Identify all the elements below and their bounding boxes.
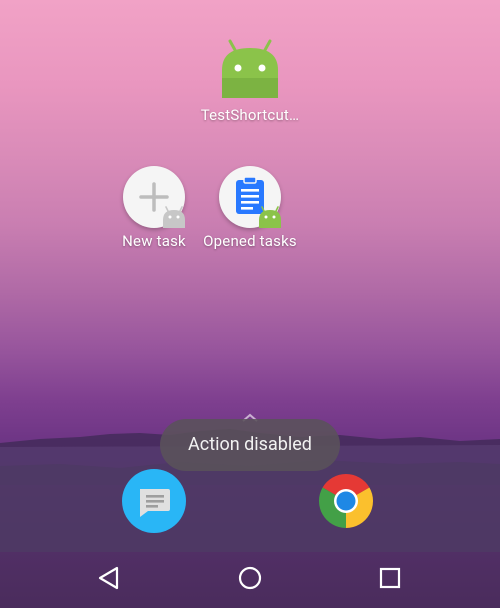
dock-messages[interactable]	[122, 469, 186, 533]
app-label: TestShortcut…	[200, 106, 300, 124]
new-task-icon	[123, 166, 185, 228]
android-badge-icon	[163, 206, 185, 228]
home-screen: TestShortcut… New task Opened tasks Acti…	[0, 0, 500, 608]
android-badge-icon	[259, 206, 281, 228]
new-task-label: New task	[122, 232, 186, 250]
opened-tasks-label: Opened tasks	[203, 232, 297, 250]
chrome-icon	[318, 473, 374, 528]
shortcut-new-task[interactable]: New task	[112, 166, 196, 250]
android-icon	[222, 39, 278, 98]
home-icon[interactable]	[234, 562, 266, 594]
app-icon-testshortcut[interactable]: TestShortcut…	[198, 38, 302, 124]
opened-tasks-icon	[219, 166, 281, 228]
messages-icon	[122, 469, 186, 533]
shortcut-opened-tasks[interactable]: Opened tasks	[200, 166, 300, 250]
back-icon[interactable]	[93, 562, 125, 594]
toast-message: Action disabled	[160, 419, 340, 471]
recents-icon[interactable]	[374, 562, 406, 594]
navigation-bar	[0, 548, 500, 608]
dock-chrome[interactable]	[314, 469, 378, 533]
